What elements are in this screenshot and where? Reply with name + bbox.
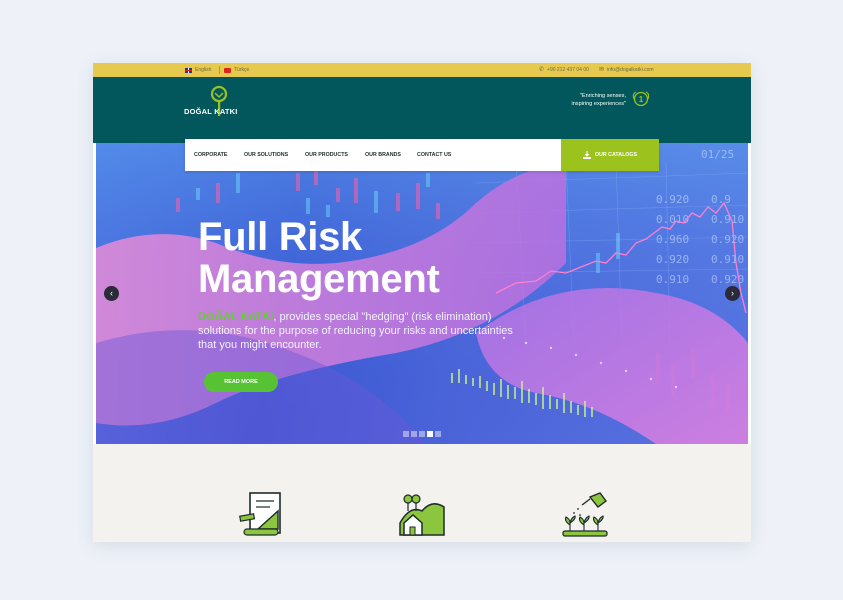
- watering-plants-icon: [562, 492, 608, 537]
- house-hills-icon: [399, 494, 445, 536]
- slider-prev-button[interactable]: ‹: [104, 286, 119, 301]
- nav-our-solutions[interactable]: OUR SOLUTIONS: [244, 152, 288, 158]
- top-bar: English Türkçe ✆ +90 212 437 04 00 ✉ inf…: [93, 63, 751, 77]
- nav-our-brands[interactable]: OUR BRANDS: [365, 152, 401, 158]
- phone-contact[interactable]: ✆ +90 212 437 04 00: [539, 66, 589, 74]
- tagline-line-1: "Enriching senses,: [579, 93, 626, 99]
- envelope-icon: ✉: [599, 66, 605, 73]
- svg-text:0.920: 0.920: [711, 233, 744, 246]
- svg-text:0.910: 0.910: [711, 213, 744, 226]
- email-address: info@dogalkatki.com: [607, 67, 654, 73]
- features-section: [93, 444, 751, 542]
- tagline-line-2: inspiring experiences": [571, 101, 626, 107]
- main-navigation: CORPORATE OUR SOLUTIONS OUR PRODUCTS OUR…: [185, 139, 659, 171]
- hero-title-line-2: Management: [198, 257, 440, 301]
- nav-corporate[interactable]: CORPORATE: [194, 152, 227, 158]
- slider-dot-2[interactable]: [411, 431, 417, 437]
- phone-icon: ✆: [539, 66, 545, 73]
- language-english[interactable]: English: [185, 67, 211, 73]
- download-icon: [582, 151, 591, 159]
- svg-text:0.920: 0.920: [656, 193, 689, 206]
- language-english-label: English: [195, 67, 212, 73]
- document-ruler-icon: [239, 492, 281, 536]
- chevron-right-icon: ›: [731, 288, 734, 298]
- slider-dot-1[interactable]: [403, 431, 409, 437]
- uk-flag-icon: [185, 67, 192, 73]
- svg-text:0.960: 0.960: [656, 233, 689, 246]
- hero-brand-name: DOĞAL KATKI: [198, 311, 274, 323]
- slider-next-button[interactable]: ›: [725, 286, 740, 301]
- language-turkish[interactable]: Türkçe: [224, 67, 249, 73]
- slider-pagination: [403, 431, 441, 437]
- svg-text:0.910: 0.910: [711, 253, 744, 266]
- slider-dot-4[interactable]: [427, 431, 433, 437]
- chevron-left-icon: ‹: [110, 288, 113, 298]
- svg-text:0.910: 0.910: [656, 273, 689, 286]
- slider-dot-3[interactable]: [419, 431, 425, 437]
- logo-text: DOĞAL KATKI: [184, 107, 238, 116]
- hero-slider: 0.920 0.9 0.010 0.910 0.960 0.920 0.920 …: [96, 143, 748, 444]
- header-tagline: "Enriching senses, inspiring experiences…: [506, 92, 626, 108]
- our-catalogs-button[interactable]: OUR CATALOGS: [561, 139, 659, 171]
- svg-text:1: 1: [639, 95, 644, 104]
- badge-leaf-icon: 1: [632, 91, 650, 107]
- language-separator: [219, 66, 220, 74]
- svg-text:01/25: 01/25: [701, 148, 734, 161]
- svg-text:0.9: 0.9: [711, 193, 731, 206]
- tr-flag-icon: [224, 67, 231, 73]
- hero-description: DOĞAL KATKI, provides special "hedging" …: [198, 310, 528, 352]
- hero-title-line-1: Full Risk: [198, 215, 362, 259]
- svg-text:0.010: 0.010: [656, 213, 689, 226]
- nav-our-products[interactable]: OUR PRODUCTS: [305, 152, 348, 158]
- phone-number: +90 212 437 04 00: [547, 67, 589, 73]
- nav-contact-us[interactable]: CONTACT US: [417, 152, 451, 158]
- slider-dot-5[interactable]: [435, 431, 441, 437]
- our-catalogs-label: OUR CATALOGS: [594, 152, 638, 158]
- language-turkish-label: Türkçe: [234, 67, 250, 73]
- read-more-button[interactable]: READ MORE: [204, 372, 278, 392]
- email-contact[interactable]: ✉ info@dogalkatki.com: [599, 66, 654, 74]
- hero-title: Full Risk Management: [198, 216, 440, 300]
- site-header: DOĞAL KATKI "Enriching senses, inspiring…: [93, 77, 751, 171]
- site-logo[interactable]: DOĞAL KATKI: [184, 85, 250, 119]
- svg-text:0.920: 0.920: [656, 253, 689, 266]
- browser-page: English Türkçe ✆ +90 212 437 04 00 ✉ inf…: [93, 63, 751, 542]
